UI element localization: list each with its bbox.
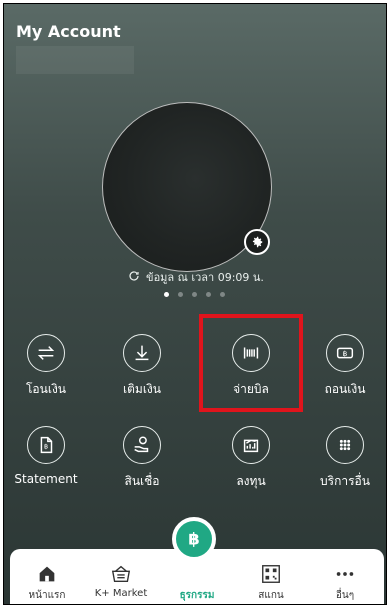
action-label: โอนเงิน [25,382,67,396]
nav-label: หน้าแรก [28,590,66,601]
home-icon [12,557,82,585]
nav-label: อื่นๆ [335,590,355,601]
nav-home[interactable]: หน้าแรก [12,549,82,603]
withdraw-icon: ฿ [326,334,364,372]
action-invest[interactable]: ลงทุน [211,426,291,491]
carousel-dot[interactable] [192,292,197,297]
nav-market[interactable]: K+ Market [86,549,156,599]
action-label: บริการอื่น [320,474,370,488]
highlight-box [199,314,303,412]
baht-icon[interactable]: ฿ [172,517,216,561]
action-loan[interactable]: สินเชื่อ [102,426,182,491]
carousel-dot[interactable] [164,292,169,297]
account-name-placeholder [16,46,134,74]
market-icon [86,557,156,585]
action-label: เติมเงิน [123,382,161,396]
nav-label: สแกน [258,590,284,601]
topup-icon [123,334,161,372]
last-updated-text: ข้อมูล ณ เวลา 09:09 น. [146,271,264,284]
action-other-services[interactable]: บริการอื่น [305,426,385,491]
action-label: ลงทุน [236,474,266,488]
last-updated: ข้อมูล ณ เวลา 09:09 น. [4,268,386,286]
more-icon [310,557,380,585]
action-label: Statement [14,472,78,486]
page-title: My Account [16,22,121,41]
nav-more[interactable]: อื่นๆ [310,549,380,603]
carousel-dot[interactable] [206,292,211,297]
app-screen: My Account ข้อมูล ณ เวลา 09:09 น. โอนเงิ… [3,3,387,605]
settings-icon[interactable] [244,229,270,255]
action-withdraw[interactable]: ฿ ถอนเงิน [305,334,385,399]
carousel-dot[interactable] [178,292,183,297]
action-topup[interactable]: เติมเงิน [102,334,182,399]
other-services-icon [326,426,364,464]
nav-scan[interactable]: สแกน [236,549,306,603]
action-label: สินเชื่อ [124,474,160,488]
action-label: ถอนเงิน [324,382,366,396]
loan-icon [123,426,161,464]
transfer-icon [27,334,65,372]
statement-icon: ฿ [27,426,65,464]
carousel-indicator [164,292,225,297]
scan-icon [236,557,306,585]
svg-text:฿: ฿ [44,443,48,451]
nav-label: ธุรกรรม [179,590,215,601]
action-transfer[interactable]: โอนเงิน [6,334,86,399]
carousel-dot[interactable] [220,292,225,297]
refresh-icon[interactable] [128,270,140,285]
svg-text:฿: ฿ [188,530,199,549]
action-statement[interactable]: ฿ Statement [6,426,86,486]
invest-icon [232,426,270,464]
nav-label: K+ Market [94,588,148,599]
svg-text:฿: ฿ [343,349,348,358]
